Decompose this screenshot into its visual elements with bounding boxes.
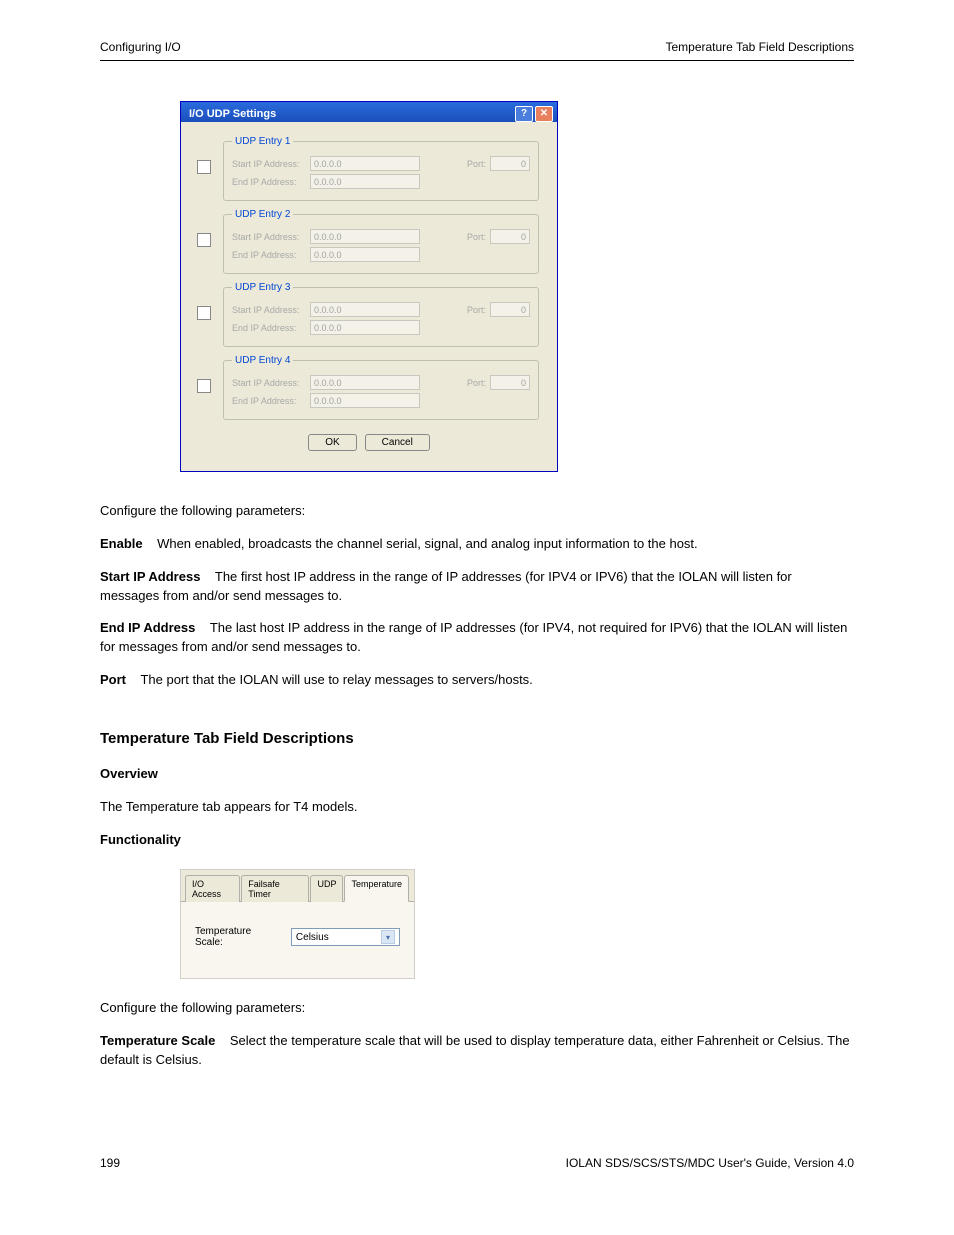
entry3-start-label: Start IP Address: xyxy=(232,305,310,315)
tab-temperature[interactable]: Temperature xyxy=(344,875,409,902)
field-enable: Enable When enabled, broadcasts the chan… xyxy=(100,535,854,554)
entry3-enable-checkbox[interactable] xyxy=(197,306,211,320)
ok-button[interactable]: OK xyxy=(308,434,356,451)
field-port: Port The port that the IOLAN will use to… xyxy=(100,671,854,690)
tab-failsafe-timer[interactable]: Failsafe Timer xyxy=(241,875,309,902)
configure-intro: Configure the following parameters: xyxy=(100,502,854,521)
entry2-port-input[interactable]: 0 xyxy=(490,229,530,244)
entry2-start-input[interactable]: 0.0.0.0 xyxy=(310,229,420,244)
chevron-down-icon: ▾ xyxy=(381,930,395,944)
entry2-start-label: Start IP Address: xyxy=(232,232,310,242)
temperature-tab-screenshot: I/O Access Failsafe Timer UDP Temperatur… xyxy=(180,869,415,979)
entry4-end-label: End IP Address: xyxy=(232,396,310,406)
help-icon[interactable]: ? xyxy=(515,106,533,122)
entry3-port-label: Port: xyxy=(467,305,486,315)
entry2-enable-checkbox[interactable] xyxy=(197,233,211,247)
entry1-enable-checkbox[interactable] xyxy=(197,160,211,174)
functionality-heading: Functionality xyxy=(100,831,854,850)
entry1-start-input[interactable]: 0.0.0.0 xyxy=(310,156,420,171)
field-end-ip: End IP Address The last host IP address … xyxy=(100,619,854,657)
configure-intro-2: Configure the following parameters: xyxy=(100,999,854,1018)
tab-io-access[interactable]: I/O Access xyxy=(185,875,240,902)
entry1-end-label: End IP Address: xyxy=(232,177,310,187)
entry2-port-label: Port: xyxy=(467,232,486,242)
udp-entry-2: UDP Entry 2 Start IP Address: 0.0.0.0 Po… xyxy=(223,209,539,274)
footer-title: IOLAN SDS/SCS/STS/MDC User's Guide, Vers… xyxy=(566,1156,854,1170)
close-icon[interactable]: ✕ xyxy=(535,106,553,122)
temperature-scale-label: Temperature Scale: xyxy=(195,926,281,948)
udp-entry-1: UDP Entry 1 Start IP Address: 0.0.0.0 Po… xyxy=(223,136,539,201)
page-number: 199 xyxy=(100,1156,120,1170)
entry2-end-label: End IP Address: xyxy=(232,250,310,260)
udp-entry-3: UDP Entry 3 Start IP Address: 0.0.0.0 Po… xyxy=(223,282,539,347)
tab-udp[interactable]: UDP xyxy=(310,875,343,902)
entry3-port-input[interactable]: 0 xyxy=(490,302,530,317)
field-start-ip: Start IP Address The first host IP addre… xyxy=(100,568,854,606)
temperature-scale-value: Celsius xyxy=(296,932,329,943)
section-heading-temperature: Temperature Tab Field Descriptions xyxy=(100,730,854,747)
entry4-port-input[interactable]: 0 xyxy=(490,375,530,390)
entry4-legend: UDP Entry 4 xyxy=(232,355,293,366)
entry3-start-input[interactable]: 0.0.0.0 xyxy=(310,302,420,317)
overview-text: The Temperature tab appears for T4 model… xyxy=(100,798,854,817)
entry1-port-input[interactable]: 0 xyxy=(490,156,530,171)
entry3-end-label: End IP Address: xyxy=(232,323,310,333)
entry1-port-label: Port: xyxy=(467,159,486,169)
udp-entry-4: UDP Entry 4 Start IP Address: 0.0.0.0 Po… xyxy=(223,355,539,420)
cancel-button[interactable]: Cancel xyxy=(365,434,430,451)
io-udp-settings-dialog: I/O UDP Settings ? ✕ UDP Entry 1 Start I… xyxy=(180,101,558,472)
entry3-legend: UDP Entry 3 xyxy=(232,282,293,293)
entry2-legend: UDP Entry 2 xyxy=(232,209,293,220)
entry4-start-label: Start IP Address: xyxy=(232,378,310,388)
entry4-end-input[interactable]: 0.0.0.0 xyxy=(310,393,420,408)
field-temperature-scale: Temperature Scale Select the temperature… xyxy=(100,1032,854,1070)
header-left: Configuring I/O xyxy=(100,40,181,54)
entry4-enable-checkbox[interactable] xyxy=(197,379,211,393)
entry4-start-input[interactable]: 0.0.0.0 xyxy=(310,375,420,390)
overview-heading: Overview xyxy=(100,765,854,784)
entry1-end-input[interactable]: 0.0.0.0 xyxy=(310,174,420,189)
header-right: Temperature Tab Field Descriptions xyxy=(665,40,854,54)
dialog-titlebar: I/O UDP Settings ? ✕ xyxy=(181,102,557,122)
temperature-scale-select[interactable]: Celsius ▾ xyxy=(291,928,400,946)
dialog-title: I/O UDP Settings xyxy=(189,108,513,120)
entry1-start-label: Start IP Address: xyxy=(232,159,310,169)
entry1-legend: UDP Entry 1 xyxy=(232,136,293,147)
header-rule xyxy=(100,60,854,61)
entry3-end-input[interactable]: 0.0.0.0 xyxy=(310,320,420,335)
entry2-end-input[interactable]: 0.0.0.0 xyxy=(310,247,420,262)
entry4-port-label: Port: xyxy=(467,378,486,388)
